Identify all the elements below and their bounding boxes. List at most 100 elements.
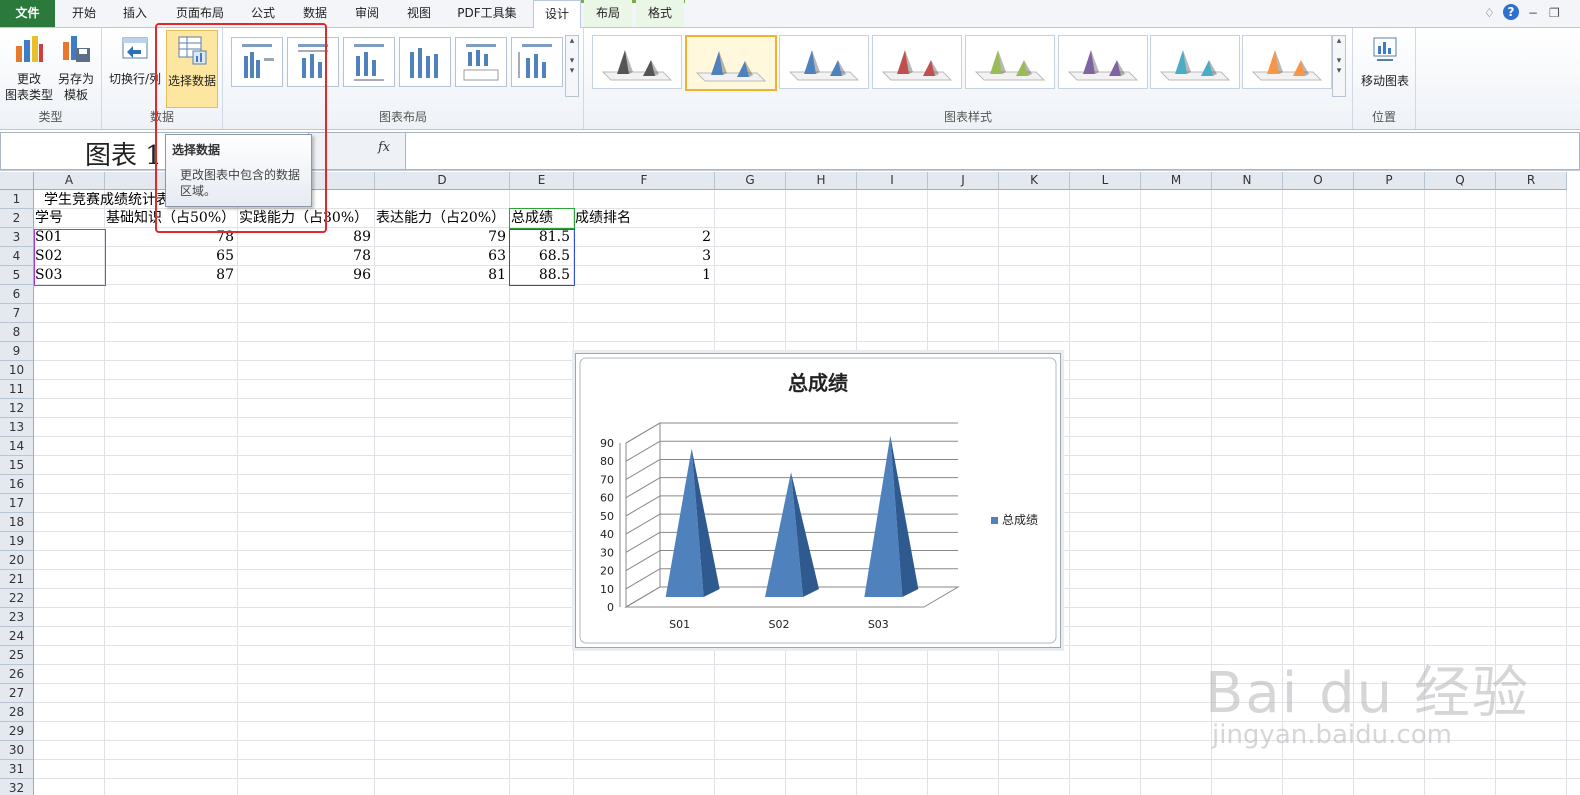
row-header-15[interactable]: 15 [0, 456, 34, 475]
column-header-M[interactable]: M [1141, 172, 1212, 190]
row-header-27[interactable]: 27 [0, 684, 34, 703]
save-as-template-button[interactable]: 另存为 模板 [54, 32, 98, 103]
header-cell[interactable]: 学号 [35, 209, 63, 228]
row-header-25[interactable]: 25 [0, 646, 34, 665]
gridline-horizontal [34, 303, 1580, 304]
row-header-11[interactable]: 11 [0, 380, 34, 399]
row-header-1[interactable]: 1 [0, 190, 34, 209]
data-cell[interactable]: 1 [574, 266, 711, 285]
chart-style-8[interactable] [1242, 35, 1332, 89]
row-header-26[interactable]: 26 [0, 665, 34, 684]
chart-style-5[interactable] [965, 35, 1055, 89]
data-cell[interactable]: 2 [574, 228, 711, 247]
chart-style-7[interactable] [1150, 35, 1240, 89]
sheet-title-cell[interactable]: 学生竞赛成绩统计表 [44, 191, 170, 210]
column-header-H[interactable]: H [786, 172, 857, 190]
data-cell[interactable]: 96 [238, 266, 371, 285]
chart-layout-5[interactable] [455, 37, 507, 87]
data-cell[interactable]: 3 [574, 247, 711, 266]
style-gallery-scroll[interactable]: ▴ ▾ ▾ [1332, 35, 1346, 97]
column-header-K[interactable]: K [999, 172, 1070, 190]
tab-home[interactable]: 开始 [58, 0, 110, 27]
column-header-G[interactable]: G [715, 172, 786, 190]
chart-style-2[interactable] [685, 35, 777, 91]
chart-object[interactable]: 总成绩 0 10 20 30 40 50 60 70 80 90 S01 S02 S03 总成绩 [575, 353, 1061, 648]
row-header-7[interactable]: 7 [0, 304, 34, 323]
change-chart-type-button[interactable]: 更改 图表类型 [4, 32, 54, 103]
row-header-14[interactable]: 14 [0, 437, 34, 456]
data-cell[interactable]: 87 [105, 266, 234, 285]
column-header-L[interactable]: L [1070, 172, 1141, 190]
column-header-E[interactable]: E [510, 172, 574, 190]
row-header-21[interactable]: 21 [0, 570, 34, 589]
tab-review[interactable]: 审阅 [344, 0, 390, 27]
window-minimize-icon[interactable]: − [1528, 6, 1538, 20]
tab-pdf-tools[interactable]: PDF工具集 [448, 0, 526, 27]
column-header-O[interactable]: O [1283, 172, 1354, 190]
column-header-R[interactable]: R [1496, 172, 1567, 190]
row-header-3[interactable]: 3 [0, 228, 34, 247]
row-header-12[interactable]: 12 [0, 399, 34, 418]
row-header-17[interactable]: 17 [0, 494, 34, 513]
data-cell[interactable]: 78 [238, 247, 371, 266]
chart-layout-4[interactable] [399, 37, 451, 87]
header-cell[interactable]: 成绩排名 [575, 209, 631, 228]
row-header-8[interactable]: 8 [0, 323, 34, 342]
data-cell[interactable]: 65 [105, 247, 234, 266]
row-header-16[interactable]: 16 [0, 475, 34, 494]
row-header-29[interactable]: 29 [0, 722, 34, 741]
ribbon-group-type: 更改 图表类型 另存为 模板 类型 [0, 28, 102, 129]
column-header-N[interactable]: N [1212, 172, 1283, 190]
layout-gallery-scroll[interactable]: ▴ ▾ ▾ [565, 35, 579, 97]
tab-insert[interactable]: 插入 [112, 0, 158, 27]
row-header-31[interactable]: 31 [0, 760, 34, 779]
row-header-6[interactable]: 6 [0, 285, 34, 304]
tab-format[interactable]: 格式 [636, 0, 684, 27]
tab-file[interactable]: 文件 [0, 0, 55, 27]
data-cell[interactable]: 79 [375, 228, 506, 247]
column-header-F[interactable]: F [574, 172, 715, 190]
row-header-13[interactable]: 13 [0, 418, 34, 437]
select-all-corner[interactable] [0, 172, 34, 190]
row-header-19[interactable]: 19 [0, 532, 34, 551]
chart-layout-3[interactable] [343, 37, 395, 87]
data-cell[interactable]: 81 [375, 266, 506, 285]
column-header-Q[interactable]: Q [1425, 172, 1496, 190]
tab-chart-layout[interactable]: 布局 [584, 0, 632, 27]
header-cell[interactable]: 表达能力（占20%） [376, 209, 505, 228]
help-icon[interactable]: ? [1503, 4, 1519, 20]
row-header-22[interactable]: 22 [0, 589, 34, 608]
row-header-10[interactable]: 10 [0, 361, 34, 380]
insert-function-icon[interactable]: fx [378, 140, 390, 155]
row-header-20[interactable]: 20 [0, 551, 34, 570]
minimize-ribbon-icon[interactable]: ♢ [1484, 6, 1495, 20]
chart-side-wall [625, 422, 661, 608]
chart-style-1[interactable] [592, 35, 682, 89]
window-restore-icon[interactable]: ❐ [1549, 6, 1560, 20]
row-header-23[interactable]: 23 [0, 608, 34, 627]
row-header-32[interactable]: 32 [0, 779, 34, 795]
row-header-24[interactable]: 24 [0, 627, 34, 646]
column-header-A[interactable]: A [34, 172, 105, 190]
chart-style-3[interactable] [779, 35, 869, 89]
column-header-P[interactable]: P [1354, 172, 1425, 190]
formula-input[interactable] [405, 132, 1580, 170]
tab-design[interactable]: 设计 [533, 0, 581, 29]
tab-view[interactable]: 视图 [396, 0, 442, 27]
row-header-2[interactable]: 2 [0, 209, 34, 228]
row-header-5[interactable]: 5 [0, 266, 34, 285]
chart-layout-6[interactable] [511, 37, 563, 87]
data-cell[interactable]: 63 [375, 247, 506, 266]
move-chart-button[interactable]: 移动图表 [1357, 34, 1413, 89]
chart-style-4[interactable] [872, 35, 962, 89]
row-header-18[interactable]: 18 [0, 513, 34, 532]
row-header-30[interactable]: 30 [0, 741, 34, 760]
column-header-D[interactable]: D [375, 172, 510, 190]
chart-style-6[interactable] [1058, 35, 1148, 89]
column-header-I[interactable]: I [857, 172, 928, 190]
row-header-9[interactable]: 9 [0, 342, 34, 361]
group-label-type: 类型 [38, 110, 63, 124]
column-header-J[interactable]: J [928, 172, 999, 190]
row-header-28[interactable]: 28 [0, 703, 34, 722]
row-header-4[interactable]: 4 [0, 247, 34, 266]
